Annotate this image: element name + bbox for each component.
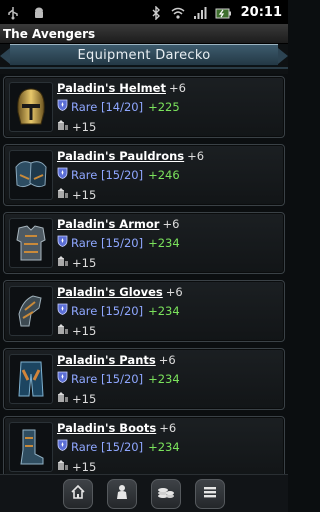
stat-value: +15 — [72, 255, 97, 270]
item-name-link[interactable]: Paladin's Armor — [57, 217, 159, 231]
stat-value: +15 — [72, 323, 97, 338]
stat-row: +15 — [57, 187, 96, 202]
item-level: +6 — [187, 149, 205, 163]
stat-row: +15 — [57, 391, 96, 406]
item-bonus: +225 — [148, 99, 180, 114]
rarity-row: Rare [15/20] +234 — [57, 439, 180, 454]
equipment-list[interactable]: Paladin's Helmet +6 Rare [14/20] +225 +15… — [0, 76, 288, 474]
rarity-label: Rare [15/20] — [71, 303, 144, 318]
rarity-label: Rare [15/20] — [71, 167, 144, 182]
item-name-link[interactable]: Paladin's Boots — [57, 421, 156, 435]
rarity-shield-icon — [57, 99, 68, 114]
stat-row: +15 — [57, 255, 96, 270]
equipment-card-gloves[interactable]: Paladin's Gloves +6 Rare [15/20] +234 +15 — [3, 280, 285, 342]
item-title: Paladin's Gloves +6 — [57, 285, 183, 299]
item-name-link[interactable]: Paladin's Helmet — [57, 81, 166, 95]
signal-icon — [193, 5, 207, 19]
profile-button[interactable] — [107, 478, 137, 509]
rarity-label: Rare [14/20] — [71, 99, 144, 114]
upgrade-stat-icon — [57, 187, 69, 202]
menu-button[interactable] — [195, 478, 225, 509]
header-divider — [0, 67, 288, 69]
screen-header: Equipment Darecko — [0, 44, 288, 74]
helmet-icon — [9, 82, 53, 132]
rarity-label: Rare [15/20] — [71, 235, 144, 250]
item-title: Paladin's Boots +6 — [57, 421, 176, 435]
rarity-shield-icon — [57, 371, 68, 386]
pauldrons-icon — [9, 150, 53, 200]
equipment-card-pants[interactable]: Paladin's Pants +6 Rare [15/20] +234 +15 — [3, 348, 285, 410]
menu-icon — [202, 484, 218, 504]
rarity-shield-icon — [57, 167, 68, 182]
item-bonus: +246 — [148, 167, 180, 182]
page-title: Equipment Darecko — [77, 47, 211, 63]
stat-value: +15 — [72, 187, 97, 202]
upgrade-stat-icon — [57, 119, 69, 134]
upgrade-stat-icon — [57, 323, 69, 338]
item-level: +6 — [168, 81, 186, 95]
rarity-shield-icon — [57, 235, 68, 250]
equipment-card-pauldrons[interactable]: Paladin's Pauldrons +6 Rare [15/20] +246 … — [3, 144, 285, 206]
profile-icon — [114, 484, 130, 504]
android-debug-icon — [32, 5, 46, 19]
stat-row: +15 — [57, 119, 96, 134]
item-name-link[interactable]: Paladin's Pauldrons — [57, 149, 184, 163]
item-bonus: +234 — [148, 303, 180, 318]
upgrade-stat-icon — [57, 391, 69, 406]
usb-icon — [6, 5, 20, 20]
rarity-row: Rare [15/20] +246 — [57, 167, 180, 182]
equipment-card-helmet[interactable]: Paladin's Helmet +6 Rare [14/20] +225 +15 — [3, 76, 285, 138]
stat-value: +15 — [72, 459, 97, 474]
app-title: The Avengers — [3, 26, 96, 41]
rarity-row: Rare [14/20] +225 — [57, 99, 180, 114]
item-title: Paladin's Armor +6 — [57, 217, 179, 231]
stat-value: +15 — [72, 119, 97, 134]
item-bonus: +234 — [148, 439, 180, 454]
rarity-label: Rare [15/20] — [71, 371, 144, 386]
equipment-card-armor[interactable]: Paladin's Armor +6 Rare [15/20] +234 +15 — [3, 212, 285, 274]
status-bar: 20:11 — [0, 0, 288, 24]
rarity-row: Rare [15/20] +234 — [57, 371, 180, 386]
gloves-icon — [9, 286, 53, 336]
item-title: Paladin's Pants +6 — [57, 353, 176, 367]
bluetooth-icon — [149, 5, 163, 21]
item-name-link[interactable]: Paladin's Pants — [57, 353, 156, 367]
coins-icon — [157, 484, 175, 504]
item-level: +6 — [158, 353, 176, 367]
battery-icon — [215, 5, 231, 19]
boots-icon — [9, 422, 53, 472]
wifi-icon — [171, 5, 185, 19]
item-bonus: +234 — [148, 235, 180, 250]
home-button[interactable] — [63, 478, 93, 509]
rarity-label: Rare [15/20] — [71, 439, 144, 454]
clock: 20:11 — [240, 4, 282, 20]
rarity-shield-icon — [57, 303, 68, 318]
item-level: +6 — [159, 421, 177, 435]
item-level: +6 — [165, 285, 183, 299]
stat-value: +15 — [72, 391, 97, 406]
equipment-card-boots[interactable]: Paladin's Boots +6 Rare [15/20] +234 +15 — [3, 416, 285, 474]
stat-row: +15 — [57, 323, 96, 338]
upgrade-stat-icon — [57, 255, 69, 270]
bottom-nav — [0, 474, 288, 512]
item-level: +6 — [162, 217, 180, 231]
rarity-row: Rare [15/20] +234 — [57, 303, 180, 318]
rarity-shield-icon — [57, 439, 68, 454]
item-title: Paladin's Pauldrons +6 — [57, 149, 204, 163]
item-title: Paladin's Helmet +6 — [57, 81, 186, 95]
upgrade-stat-icon — [57, 459, 69, 474]
item-name-link[interactable]: Paladin's Gloves — [57, 285, 163, 299]
armor-icon — [9, 218, 53, 268]
pants-icon — [9, 354, 53, 404]
home-icon — [70, 484, 86, 504]
item-bonus: +234 — [148, 371, 180, 386]
stat-row: +15 — [57, 459, 96, 474]
app-title-bar: The Avengers — [0, 24, 288, 44]
header-banner: Equipment Darecko — [0, 44, 288, 66]
rarity-row: Rare [15/20] +234 — [57, 235, 180, 250]
coins-button[interactable] — [151, 478, 181, 509]
